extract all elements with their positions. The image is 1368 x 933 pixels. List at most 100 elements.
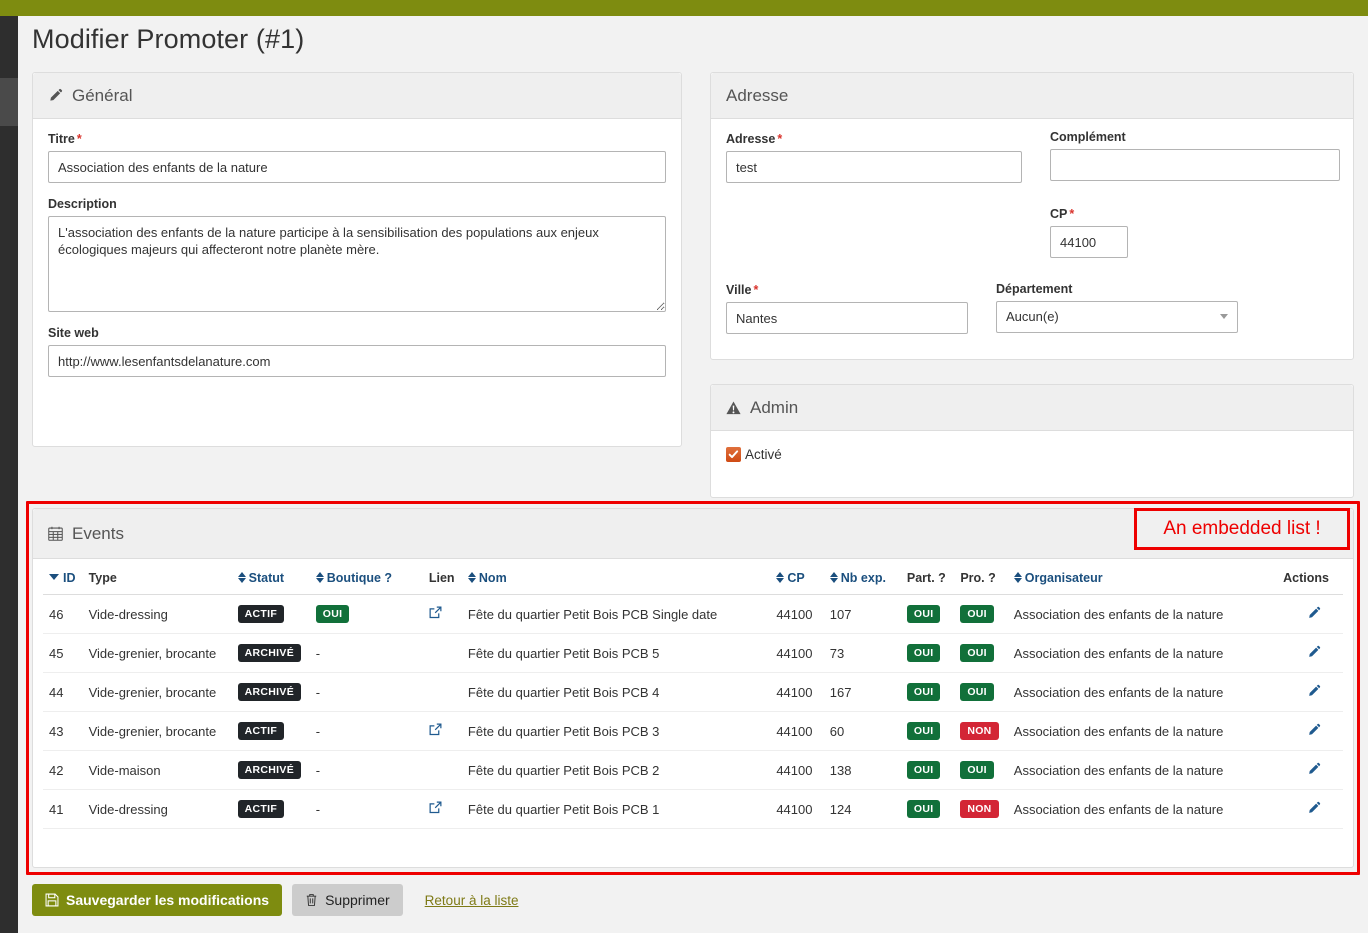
col-header-cp[interactable]: CP xyxy=(770,571,824,595)
pencil-icon xyxy=(48,88,63,103)
cell-nb-exp: 138 xyxy=(823,750,901,790)
part-badge: OUI xyxy=(906,644,941,662)
edit-icon[interactable] xyxy=(1307,606,1321,620)
col-header-lien: Lien xyxy=(422,571,462,595)
complement-input[interactable] xyxy=(1050,149,1340,181)
cell-type: Vide-grenier, brocante xyxy=(82,711,232,751)
cell-actions[interactable] xyxy=(1275,594,1343,634)
ville-input[interactable] xyxy=(726,302,968,334)
external-link-icon[interactable] xyxy=(429,801,442,814)
pro-badge: OUI xyxy=(960,683,994,701)
active-checkbox-row[interactable]: Activé xyxy=(726,447,1338,462)
cell-actions[interactable] xyxy=(1275,633,1343,673)
save-icon xyxy=(45,893,59,907)
cell-statut: ACTIF xyxy=(231,711,310,751)
col-header-part: Part. ? xyxy=(900,571,955,595)
external-link-icon[interactable] xyxy=(429,606,442,619)
departement-select[interactable]: Aucun(e) xyxy=(996,301,1238,333)
status-badge: ACTIF xyxy=(237,605,285,623)
description-label: Description xyxy=(48,197,117,211)
back-to-list-link[interactable]: Retour à la liste xyxy=(425,893,519,908)
cell-actions[interactable] xyxy=(1275,672,1343,712)
table-row[interactable]: 46 Vide-dressing ACTIF OUI Fête du quartier … xyxy=(43,594,1343,634)
adresse-input[interactable] xyxy=(726,151,1022,183)
pro-badge: NON xyxy=(960,800,999,818)
active-checkbox-label: Activé xyxy=(745,447,782,462)
col-header-boutique-label: Boutique ? xyxy=(326,571,393,585)
panel-admin-body: Activé xyxy=(711,431,1353,478)
cell-id: 41 xyxy=(43,789,83,829)
boutique-badge: - xyxy=(315,801,321,817)
titre-input[interactable] xyxy=(48,151,666,183)
cell-lien[interactable] xyxy=(422,594,462,634)
cell-pro: OUI xyxy=(954,750,1008,790)
ville-required-mark: * xyxy=(753,283,759,297)
cell-actions[interactable] xyxy=(1275,789,1343,829)
table-row[interactable]: 43 Vide-grenier, brocante ACTIF - Fête du qu… xyxy=(43,711,1343,751)
col-header-nom[interactable]: Nom xyxy=(461,571,771,595)
cell-actions[interactable] xyxy=(1275,750,1343,790)
panel-general-title: Général xyxy=(72,85,133,105)
cell-actions[interactable] xyxy=(1275,711,1343,751)
status-badge: ARCHIVÉ xyxy=(237,644,301,662)
trash-icon xyxy=(305,893,318,907)
boutique-badge: OUI xyxy=(315,605,350,623)
cell-pro: OUI xyxy=(954,672,1008,712)
titre-label-text: Titre xyxy=(48,132,75,146)
cell-lien[interactable] xyxy=(422,789,462,829)
col-header-boutique[interactable]: Boutique ? xyxy=(309,571,423,595)
table-row[interactable]: 42 Vide-maison ARCHIVÉ - Fête du quartier Pe… xyxy=(43,750,1343,790)
edit-icon[interactable] xyxy=(1307,645,1321,659)
cell-lien[interactable] xyxy=(422,711,462,751)
top-accent-bar xyxy=(0,0,1368,16)
boutique-badge: - xyxy=(315,684,321,700)
cell-type: Vide-grenier, brocante xyxy=(82,633,232,673)
save-button-label: Sauvegarder les modifications xyxy=(66,892,270,908)
cell-part: OUI xyxy=(900,594,955,634)
col-header-statut[interactable]: Statut xyxy=(231,571,310,595)
cell-nom: Fête du quartier Petit Bois PCB 1 xyxy=(461,789,771,829)
external-link-icon[interactable] xyxy=(429,723,442,736)
checkbox-checked-icon[interactable] xyxy=(726,447,741,462)
panel-admin-title: Admin xyxy=(750,397,799,417)
site-web-input[interactable] xyxy=(48,345,666,377)
cell-cp: 44100 xyxy=(770,672,824,712)
save-button[interactable]: Sauvegarder les modifications xyxy=(32,884,283,916)
sidebar-active-indicator[interactable] xyxy=(0,78,18,126)
cell-statut: ARCHIVÉ xyxy=(231,633,310,673)
cell-id: 43 xyxy=(43,711,83,751)
cp-input[interactable] xyxy=(1050,226,1128,258)
panel-admin-header: Admin xyxy=(711,385,1353,431)
col-header-id[interactable]: ID xyxy=(43,571,83,595)
edit-icon[interactable] xyxy=(1307,723,1321,737)
description-textarea[interactable]: L'association des enfants de la nature p… xyxy=(48,216,666,312)
part-badge: OUI xyxy=(906,605,941,623)
cell-boutique: - xyxy=(309,750,423,790)
col-header-part-label: Part. ? xyxy=(906,571,946,585)
cell-type: Vide-dressing xyxy=(82,594,232,634)
cell-cp: 44100 xyxy=(770,633,824,673)
panel-general-body: Titre* Description L'association des enf… xyxy=(33,119,681,393)
edit-icon[interactable] xyxy=(1307,762,1321,776)
complement-label: Complément xyxy=(1050,130,1126,144)
cell-lien xyxy=(422,633,462,673)
left-sidebar-rail[interactable] xyxy=(0,16,18,933)
edit-icon[interactable] xyxy=(1307,684,1321,698)
table-row[interactable]: 44 Vide-grenier, brocante ARCHIVÉ - Fête du … xyxy=(43,672,1343,712)
panel-admin: Admin Activé xyxy=(710,384,1354,498)
table-row[interactable]: 45 Vide-grenier, brocante ARCHIVÉ - Fête du … xyxy=(43,633,1343,673)
pro-badge: NON xyxy=(960,722,999,740)
titre-required-mark: * xyxy=(76,132,82,146)
cell-nb-exp: 167 xyxy=(823,672,901,712)
edit-icon[interactable] xyxy=(1307,801,1321,815)
col-header-nbexp[interactable]: Nb exp. xyxy=(823,571,901,595)
cell-pro: NON xyxy=(954,711,1008,751)
sort-desc-icon xyxy=(49,574,59,580)
col-header-organisateur[interactable]: Organisateur xyxy=(1007,571,1276,595)
cell-statut: ACTIF xyxy=(231,789,310,829)
boutique-badge: - xyxy=(315,723,321,739)
delete-button[interactable]: Supprimer xyxy=(292,884,403,916)
table-row[interactable]: 41 Vide-dressing ACTIF - Fête du quartier Pe… xyxy=(43,789,1343,829)
events-header-row: ID Type Statut Boutique ? Lien Nom CP Nb… xyxy=(43,571,1343,595)
cell-boutique: OUI xyxy=(309,594,423,634)
